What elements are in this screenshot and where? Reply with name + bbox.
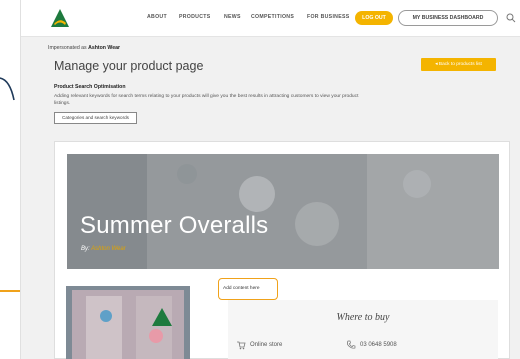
where-to-buy-panel: Where to buy Online store 03 0648 5908 [228,300,498,359]
phone-icon [346,340,356,349]
categories-keywords-button[interactable]: Categories and search keywords [54,112,137,124]
online-store-link[interactable]: Online store [250,342,282,348]
phone-number[interactable]: 03 0648 5908 [360,342,397,348]
hero-banner: Summer Overalls By: Ashton Wear [67,154,499,269]
impersonation-notice: Impersonated as Ashton Wear [48,45,120,51]
business-dashboard-button[interactable]: MY BUSINESS DASHBOARD [398,10,498,26]
nav-for-business[interactable]: FOR BUSINESS [307,14,350,20]
cart-icon [237,341,246,350]
impersonated-prefix: Impersonated as [48,45,87,51]
navbar: ABOUT PRODUCTS NEWS COMPETITIONS FOR BUS… [21,0,520,37]
back-to-products-button[interactable]: ◂ Back to products list [421,58,496,71]
logout-button[interactable]: LOG OUT [355,11,393,25]
pso-heading: Product Search Optimisation [54,84,126,90]
page: ABOUT PRODUCTS NEWS COMPETITIONS FOR BUS… [0,0,520,359]
screenshot-frame: ABOUT PRODUCTS NEWS COMPETITIONS FOR BUS… [20,0,520,359]
byline-prefix: By [81,246,89,252]
australian-made-logo-icon[interactable] [50,8,70,28]
product-title: Summer Overalls [80,212,269,239]
where-to-buy-title: Where to buy [336,312,390,323]
page-title: Manage your product page [54,59,204,73]
annotation-curve [0,77,15,101]
product-byline: By: Ashton Wear [81,246,126,252]
search-icon[interactable] [506,13,516,23]
brand-link[interactable]: Ashton Wear [91,246,126,252]
nav-competitions[interactable]: COMPETITIONS [251,14,294,20]
impersonated-name: Ashton Wear [88,45,120,51]
nav-products[interactable]: PRODUCTS [179,14,211,20]
product-card: Summer Overalls By: Ashton Wear Add cont… [54,141,510,359]
nav-about[interactable]: ABOUT [147,14,167,20]
product-image [66,286,190,359]
pso-description: Adding relevant keywords for search term… [54,94,359,106]
add-content-button[interactable]: Add content here [218,278,278,300]
back-button-label: Back to products list [438,62,482,67]
nav-news[interactable]: NEWS [224,14,241,20]
